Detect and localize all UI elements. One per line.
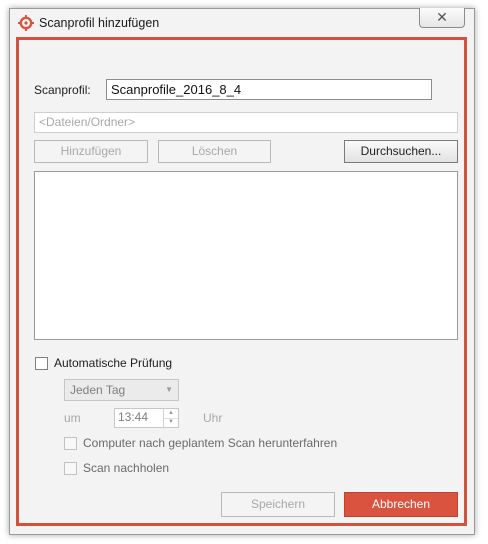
shutdown-label: Computer nach geplantem Scan herunterfah… <box>83 436 338 450</box>
profile-label: Scanprofil: <box>34 83 91 97</box>
frequency-value: Jeden Tag <box>70 383 126 397</box>
auto-check-label: Automatische Prüfung <box>54 356 173 370</box>
browse-button[interactable]: Durchsuchen... <box>344 140 458 163</box>
step-down-icon[interactable]: ▼ <box>164 418 178 427</box>
add-button[interactable]: Hinzufügen <box>34 140 148 163</box>
dialog-content: Scanprofil: Scanprofile_2016_8_4 <Dateie… <box>16 37 467 526</box>
auto-check-checkbox[interactable] <box>35 357 48 370</box>
clock-label: Uhr <box>203 411 223 425</box>
stepper-buttons: ▲ ▼ <box>163 409 178 427</box>
scan-target-icon <box>18 15 34 31</box>
cancel-button[interactable]: Abbrechen <box>344 492 458 517</box>
save-button[interactable]: Speichern <box>221 492 335 517</box>
shutdown-checkbox[interactable] <box>64 437 77 450</box>
close-icon: ✕ <box>436 9 448 25</box>
path-input[interactable]: <Dateien/Ordner> <box>34 112 458 133</box>
time-value: 13:44 <box>118 410 149 424</box>
close-button[interactable]: ✕ <box>419 8 465 28</box>
at-label: um <box>64 411 81 425</box>
title-bar[interactable]: Scanprofil hinzufügen ✕ <box>10 8 474 37</box>
profile-name-input[interactable]: Scanprofile_2016_8_4 <box>106 79 432 100</box>
frequency-select[interactable]: Jeden Tag ▼ <box>64 379 179 401</box>
catchup-checkbox[interactable] <box>64 462 77 475</box>
catchup-label: Scan nachholen <box>83 461 170 475</box>
time-stepper[interactable]: 13:44 ▲ ▼ <box>114 408 179 428</box>
chevron-down-icon: ▼ <box>165 385 173 394</box>
window-title: Scanprofil hinzufügen <box>39 16 160 30</box>
file-list[interactable] <box>34 171 458 340</box>
dialog-window: Scanprofil hinzufügen ✕ Scanprofil: Scan… <box>9 8 475 535</box>
delete-button[interactable]: Löschen <box>158 140 271 163</box>
